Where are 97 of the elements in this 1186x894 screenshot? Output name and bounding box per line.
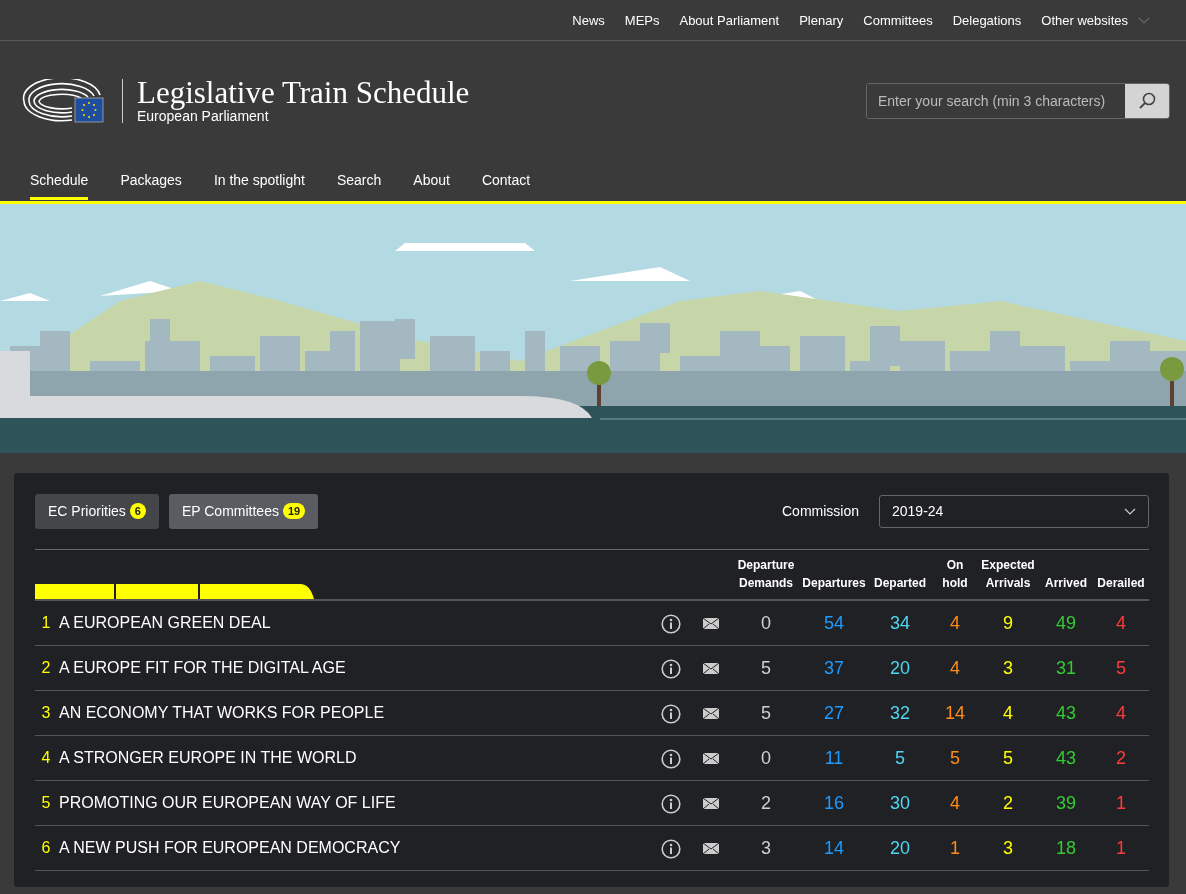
- count-value[interactable]: 2: [1003, 792, 1013, 813]
- column-header: Derailed: [1097, 575, 1145, 592]
- count-value[interactable]: 49: [1056, 612, 1076, 633]
- count-badge: 6: [129, 503, 146, 519]
- count-value[interactable]: 4: [950, 657, 960, 678]
- count-value[interactable]: 3: [761, 837, 771, 858]
- count-value[interactable]: 27: [824, 702, 844, 723]
- count-value[interactable]: 3: [1003, 657, 1013, 678]
- search-field[interactable]: Enter your search (min 3 characters): [866, 83, 1170, 119]
- priority-link[interactable]: A EUROPE FIT FOR THE DIGITAL AGE: [59, 659, 346, 676]
- count-value[interactable]: 32: [890, 702, 910, 723]
- envelope-icon[interactable]: [703, 708, 719, 720]
- priority-link[interactable]: AN ECONOMY THAT WORKS FOR PEOPLE: [59, 704, 385, 721]
- count-value[interactable]: 4: [1003, 702, 1013, 723]
- top-link[interactable]: About Parliament: [669, 12, 790, 28]
- column-header: Expected Arrivals: [981, 557, 1035, 592]
- count-value[interactable]: 30: [890, 792, 910, 813]
- top-link[interactable]: MEPs: [614, 12, 670, 28]
- nav-tab[interactable]: Search: [336, 161, 382, 200]
- count-value[interactable]: 37: [824, 657, 844, 678]
- priority-link[interactable]: A STRONGER EUROPE IN THE WORLD: [59, 749, 357, 766]
- chevron-down-icon: [1124, 507, 1136, 515]
- row-number: 6: [41, 839, 51, 856]
- count-value[interactable]: 11: [824, 747, 844, 768]
- count-value[interactable]: 1: [1116, 837, 1126, 858]
- count-value[interactable]: 4: [950, 612, 960, 633]
- count-value[interactable]: 0: [761, 612, 771, 633]
- search-button[interactable]: [1125, 84, 1169, 118]
- nav-tab[interactable]: About: [413, 161, 450, 200]
- count-value[interactable]: 9: [1003, 612, 1013, 633]
- info-icon[interactable]: [661, 703, 681, 724]
- top-link[interactable]: Delegations: [942, 12, 1032, 28]
- column-header: Departures: [802, 575, 866, 592]
- nav-tab[interactable]: Schedule: [30, 161, 89, 200]
- count-value[interactable]: 14: [945, 702, 965, 723]
- filter-button[interactable]: EP Committees 19: [168, 493, 319, 529]
- info-icon[interactable]: [661, 658, 681, 679]
- count-value[interactable]: 5: [895, 747, 905, 768]
- count-value[interactable]: 5: [761, 702, 771, 723]
- count-value[interactable]: 1: [1116, 792, 1126, 813]
- priority-link[interactable]: A EUROPEAN GREEN DEAL: [59, 614, 271, 631]
- nav-tab[interactable]: In the spotlight: [213, 161, 305, 200]
- priority-link[interactable]: PROMOTING OUR EUROPEAN WAY OF LIFE: [59, 794, 396, 811]
- row-number: 5: [41, 794, 51, 811]
- row-number: 2: [41, 659, 51, 676]
- count-value[interactable]: 14: [824, 837, 844, 858]
- row-number: 1: [41, 614, 51, 631]
- info-icon[interactable]: [661, 793, 681, 814]
- site-title: Legislative Train Schedule: [137, 78, 470, 108]
- count-value[interactable]: 16: [824, 792, 844, 813]
- count-value[interactable]: 1: [950, 837, 960, 858]
- column-header: On hold: [942, 557, 968, 592]
- envelope-icon[interactable]: [703, 753, 719, 765]
- envelope-icon[interactable]: [703, 843, 719, 855]
- envelope-icon[interactable]: [703, 618, 719, 630]
- count-value[interactable]: 4: [1116, 702, 1126, 723]
- count-badge: 19: [282, 503, 306, 519]
- envelope-icon[interactable]: [703, 663, 719, 675]
- count-value[interactable]: 43: [1056, 702, 1076, 723]
- info-icon[interactable]: [661, 748, 681, 769]
- top-link[interactable]: News: [562, 12, 615, 28]
- top-link[interactable]: Committees: [853, 12, 943, 28]
- nav-tab[interactable]: Contact: [481, 161, 531, 200]
- nav-tab[interactable]: Packages: [120, 161, 182, 200]
- priority-link[interactable]: A NEW PUSH FOR EUROPEAN DEMOCRACY: [59, 839, 401, 856]
- info-icon[interactable]: [661, 613, 681, 634]
- count-value[interactable]: 3: [1003, 837, 1013, 858]
- search-icon: [1138, 92, 1156, 110]
- count-value[interactable]: 0: [761, 747, 771, 768]
- count-value[interactable]: 5: [1003, 747, 1013, 768]
- envelope-icon[interactable]: [703, 798, 719, 810]
- column-header: Departed: [874, 575, 926, 592]
- column-header: Arrived: [1045, 575, 1087, 592]
- info-icon[interactable]: [661, 838, 681, 859]
- count-value[interactable]: 2: [761, 792, 771, 813]
- commission-label: Commission: [782, 503, 859, 519]
- count-value[interactable]: 34: [890, 612, 910, 633]
- top-link[interactable]: Other websites: [1031, 12, 1160, 28]
- commission-select[interactable]: 2019-24: [879, 494, 1149, 528]
- count-value[interactable]: 20: [890, 837, 910, 858]
- count-value[interactable]: 43: [1056, 747, 1076, 768]
- count-value[interactable]: 18: [1056, 837, 1076, 858]
- filter-button[interactable]: EC Priorities 6: [35, 493, 159, 529]
- count-value[interactable]: 31: [1056, 657, 1076, 678]
- count-value[interactable]: 54: [824, 612, 844, 633]
- count-value[interactable]: 20: [890, 657, 910, 678]
- count-value[interactable]: 4: [950, 792, 960, 813]
- count-value[interactable]: 5: [1116, 657, 1126, 678]
- count-value[interactable]: 5: [950, 747, 960, 768]
- column-header: Departure Demands: [737, 557, 795, 592]
- count-value[interactable]: 5: [761, 657, 771, 678]
- count-value[interactable]: 4: [1116, 612, 1126, 633]
- count-value[interactable]: 39: [1056, 792, 1076, 813]
- row-number: 4: [41, 749, 51, 766]
- top-link[interactable]: Plenary: [789, 12, 854, 28]
- row-number: 3: [41, 704, 51, 721]
- count-value[interactable]: 2: [1116, 747, 1126, 768]
